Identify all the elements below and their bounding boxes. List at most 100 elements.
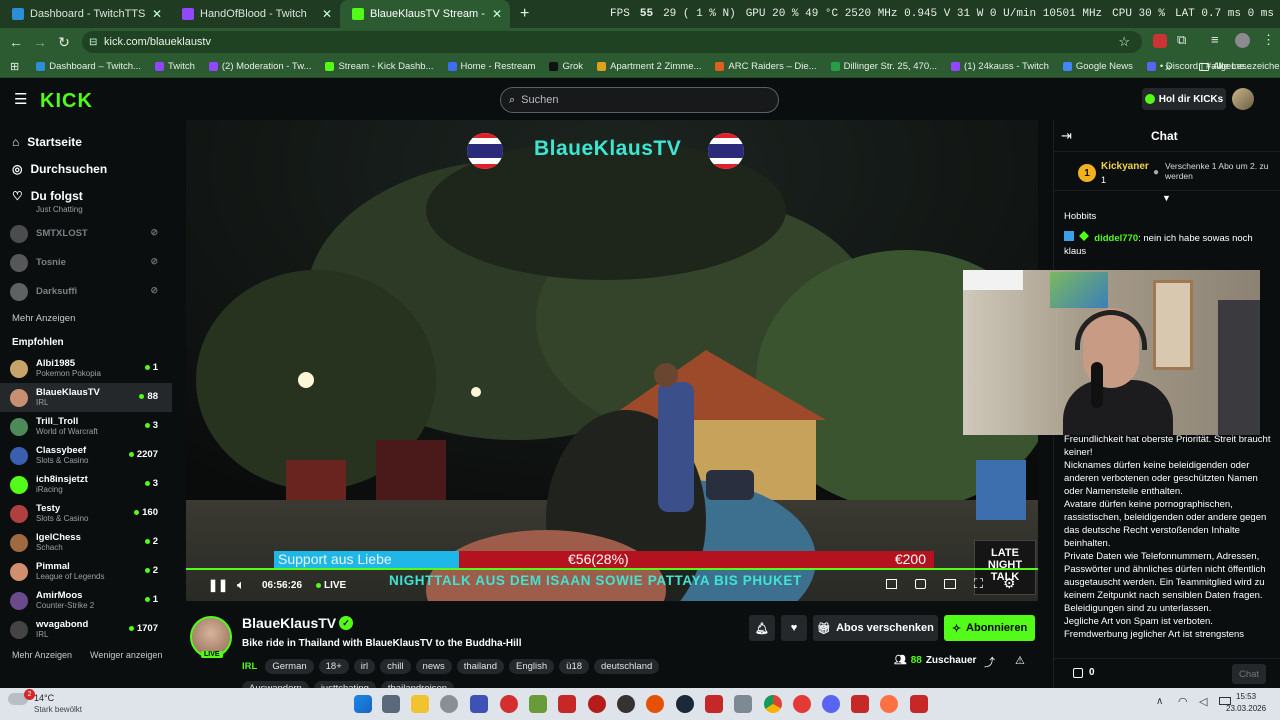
apps-grid-icon[interactable]: ⊞ [0, 60, 29, 73]
clock-time[interactable]: 15:53 [1236, 692, 1256, 701]
bookmark-item[interactable]: Dillinger Str. 25, 470... [824, 61, 944, 72]
tab-twitchtts[interactable]: Dashboard - TwitchTTS ✕ [0, 0, 170, 28]
gift-subs-button[interactable]: 🎁︎ Abos verschenken [813, 615, 938, 641]
bookmark-star-icon[interactable]: ☆ [1118, 34, 1130, 50]
menu-lines-icon[interactable]: ≡ [1211, 32, 1219, 47]
recorder-app-icon[interactable] [588, 695, 606, 713]
new-tab-button[interactable]: + [510, 5, 539, 23]
sidebar-channel-followed[interactable]: SMTXLOST ⊘ [0, 219, 172, 248]
sidebar-channel-recommended[interactable]: IgelChess Schach 2 [0, 528, 172, 557]
subscribe-button[interactable]: ✧ Abonnieren [944, 615, 1035, 641]
show-less-button[interactable]: Weniger anzeigen [90, 650, 162, 660]
bookmark-item[interactable]: Apartment 2 Zimme... [590, 61, 708, 72]
puzzle-extensions-icon[interactable]: ⧉ [1177, 32, 1186, 48]
chat-username[interactable]: diddel770 [1094, 233, 1138, 244]
bookmark-item[interactable]: (2) Moderation - Tw... [202, 61, 319, 72]
sidebar-channel-recommended[interactable]: Testy Slots & Casino 160 [0, 499, 172, 528]
forward-arrow-icon[interactable]: → [28, 34, 52, 50]
volume-icon[interactable]: 🔈︎ [237, 577, 245, 593]
bookmark-item[interactable]: Grok [542, 61, 590, 72]
stream-tag[interactable]: English [509, 659, 555, 674]
all-bookmarks-button[interactable]: Alle Lesezeichen [1192, 61, 1280, 72]
sidebar-channel-recommended[interactable]: Trill_Troll World of Warcraft 3 [0, 412, 172, 441]
kick-logo[interactable]: KICK [40, 90, 108, 110]
show-more-followed-button[interactable]: Mehr Anzeigen [0, 306, 172, 330]
bookmark-item[interactable]: Stream - Kick Dashb... [318, 61, 440, 72]
sidebar-channel-recommended[interactable]: BlaueKlausTV IRL 88 [0, 383, 172, 412]
get-kicks-button[interactable]: Hol dir KICKs [1142, 88, 1226, 110]
network-app-icon[interactable] [734, 695, 752, 713]
sidebar-channel-recommended[interactable]: Pimmal League of Legends 2 [0, 557, 172, 586]
stream-tag[interactable]: news [415, 659, 452, 674]
wifi-icon[interactable]: ◠ [1178, 695, 1188, 708]
weather-widget[interactable]: 2 14°C Stark bewölkt [8, 689, 118, 717]
stream-tag[interactable]: irl [353, 659, 376, 674]
pinned-gifter-card[interactable]: 1 Kickyaner 1 ● Verschenke 1 Abo um 2. z… [1054, 151, 1280, 191]
opera-icon[interactable] [793, 695, 811, 713]
sidebar-item-durchsuchen[interactable]: ◎ Durchsuchen [0, 155, 172, 182]
close-tab-icon[interactable]: ✕ [152, 7, 162, 21]
speaker-icon[interactable]: ◁ [1199, 695, 1207, 708]
bookmark-item[interactable]: Home - Restream [441, 61, 543, 72]
player-progress-line[interactable] [186, 568, 1038, 570]
collapse-chat-icon[interactable]: ⇥ [1061, 128, 1072, 144]
notification-bell-button[interactable]: 🔔︎ [749, 615, 775, 641]
mouse-app-icon[interactable] [440, 695, 458, 713]
share-icon[interactable]: ⤴ [984, 654, 995, 670]
scroll-down-icon[interactable]: ▼ [1162, 193, 1171, 203]
sidebar-channel-recommended[interactable]: ich8insjetzt iRacing 3 [0, 470, 172, 499]
sidebar-channel-recommended[interactable]: Classybeef Slots & Casino 2207 [0, 441, 172, 470]
category-link[interactable]: IRL [242, 661, 257, 672]
bookmark-item[interactable]: Twitch [148, 61, 202, 72]
sidebar-channel-recommended[interactable]: Albi1985 Pokemon Pokopia 1 [0, 354, 172, 383]
firefox-icon[interactable] [880, 695, 898, 713]
stream-tag[interactable]: ü18 [559, 659, 590, 674]
bookmarks-more-button[interactable]: » [1165, 60, 1172, 74]
sidebar-channel-recommended[interactable]: AmirMoos Counter-Strike 2 1 [0, 586, 172, 615]
extension-icon[interactable] [1153, 34, 1167, 48]
stream-deck-icon[interactable] [705, 695, 723, 713]
back-arrow-icon[interactable]: ← [4, 34, 28, 50]
kicks-wallet-icon[interactable] [1073, 668, 1083, 678]
follow-heart-button[interactable]: ♥ [781, 615, 807, 641]
stream-tag[interactable]: German [265, 659, 314, 674]
show-more-recommended-button[interactable]: Mehr Anzeigen [12, 650, 72, 660]
bookmark-item[interactable]: ARC Raiders – Die... [708, 61, 823, 72]
stream-app-icon[interactable] [558, 695, 576, 713]
steam-icon[interactable] [676, 695, 694, 713]
sidebar-channel-followed[interactable]: Darksuffi ⊘ [0, 277, 172, 306]
clock-date[interactable]: 23.03.2026 [1226, 704, 1266, 713]
settings-gear-icon[interactable]: ⚙ [1003, 575, 1016, 592]
search-input[interactable]: ⌕ Suchen [500, 87, 779, 113]
v-app-icon[interactable] [470, 695, 488, 713]
red-app-icon[interactable] [500, 695, 518, 713]
stream-tag[interactable]: thailand [456, 659, 504, 674]
bookmark-item[interactable]: Google News [1056, 61, 1140, 72]
obs-icon[interactable] [617, 695, 635, 713]
chat-send-button[interactable]: Chat [1232, 664, 1266, 684]
profile-avatar[interactable] [1235, 33, 1250, 48]
bird-app-icon[interactable] [851, 695, 869, 713]
chrome-icon[interactable] [764, 695, 782, 713]
sidebar-channel-recommended[interactable]: wvagabond IRL 1707 [0, 615, 172, 644]
sidebar-channel-followed[interactable]: Tosnie ⊘ [0, 248, 172, 277]
stream-tag[interactable]: chill [380, 659, 411, 674]
fullscreen-icon[interactable]: ⛶ [974, 576, 983, 592]
bookmark-item[interactable]: (1) 24kauss - Twitch [944, 61, 1056, 72]
stream-tag[interactable]: 18+ [318, 659, 349, 674]
bookmark-item[interactable]: Dashboard – Twitch... [29, 61, 148, 72]
file-explorer-icon[interactable] [411, 695, 429, 713]
hamburger-menu-icon[interactable]: ☰ [14, 90, 27, 108]
theater-mode-icon[interactable] [944, 579, 956, 589]
video-player[interactable]: BlaueKlausTV Support aus Liebe €56(28%) … [186, 120, 1038, 601]
pause-icon[interactable]: ❚❚ [208, 578, 228, 592]
sidebar-item-du-folgst[interactable]: ♡ Du folgst [0, 182, 172, 209]
tab-handofblood[interactable]: HandOfBlood - Twitch ✕ [170, 0, 340, 28]
discord-icon[interactable] [822, 695, 840, 713]
tab-blaueklaustv[interactable]: BlaueKlausTV Stream - Wat ✕ [340, 0, 510, 28]
channel-name[interactable]: BlaueKlausTV [242, 615, 336, 631]
stream-tag[interactable]: deutschland [594, 659, 660, 674]
mini-player-icon[interactable] [886, 579, 897, 589]
close-tab-icon[interactable]: ✕ [492, 7, 502, 21]
kebab-menu-icon[interactable]: ⋮ [1262, 32, 1275, 48]
